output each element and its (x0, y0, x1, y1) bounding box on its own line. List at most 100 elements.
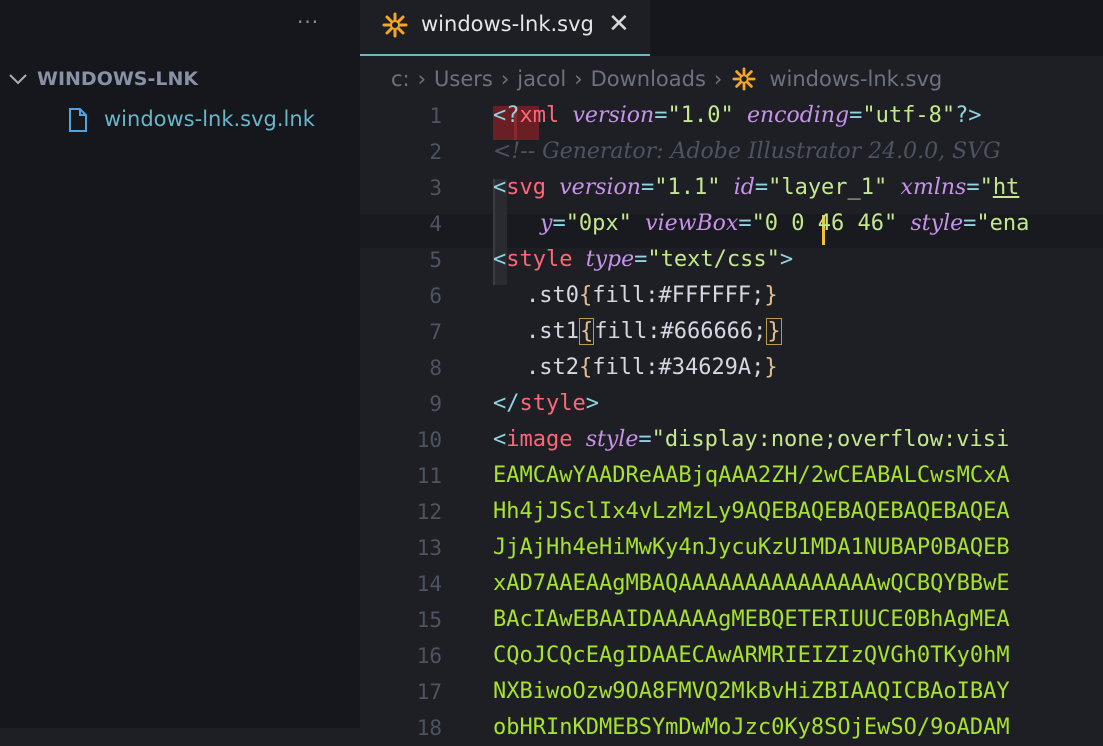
token: "ena (976, 211, 1030, 236)
line-number: 3 (429, 176, 442, 200)
token: "0 0 46 46" (751, 211, 898, 236)
token: = (638, 427, 652, 452)
breadcrumb-separator: › (500, 67, 510, 91)
base64-data: JjAjHh4eHiMwKy4nJycuKzU1MDA1NUBAP0BAQEB (493, 535, 1010, 560)
folder-name: WINDOWS-LNK (37, 68, 199, 90)
breadcrumb-separator: › (417, 67, 427, 91)
token: = (754, 175, 769, 200)
token: id (733, 175, 755, 200)
chevron-down-icon (9, 74, 27, 85)
line-number: 2 (429, 140, 442, 164)
token: { (578, 355, 593, 380)
breadcrumb-users[interactable]: Users (434, 67, 493, 91)
code-line: 18 obHRInKDMEBSYmDwMoJzc0Ky8SOjEwSO/9oAD… (360, 710, 1103, 746)
line-number: 17 (416, 680, 442, 704)
code-line: 1 <?xml version="1.0" encoding="utf-8"?> (360, 98, 1103, 134)
code-line: 11 EAMCAwYAADReAABjqAAA2ZH/2wCEABALCwsMC… (360, 458, 1103, 494)
token: = (966, 175, 980, 200)
comment: <!-- Generator: Adobe Illustrator 24.0.0… (493, 139, 1001, 164)
base64-data: EAMCAwYAADReAABjqAAA2ZH/2wCEABALCwsMCxA (493, 463, 1010, 488)
token: svg (506, 175, 546, 200)
code-line: 12 Hh4jJSclIx4vLzMzLy9AQEBAQEBAQEBAQEBAQ… (360, 494, 1103, 530)
code-area[interactable]: 1 <?xml version="1.0" encoding="utf-8"?>… (360, 98, 1103, 740)
token: image (506, 427, 573, 452)
token: .st1 (526, 319, 579, 344)
token: "layer_1" (768, 175, 888, 200)
matched-brace: } (766, 318, 782, 345)
code-line: 17 NXBiwoOzw9OA8FMVQ2MkBvHiZBIAAQICBAoIB… (360, 674, 1103, 710)
line-number: 15 (416, 608, 442, 632)
token: { (578, 283, 593, 308)
line-number: 14 (416, 572, 442, 596)
token: ?> (955, 103, 982, 128)
breadcrumb-separator: › (713, 67, 723, 91)
code-line: 2 <!-- Generator: Adobe Illustrator 24.0… (360, 134, 1103, 170)
code-line: 6 .st0{fill:#FFFFFF;} (360, 278, 1103, 314)
line-number: 11 (416, 464, 442, 488)
line-number: 10 (416, 428, 442, 452)
token: } (764, 355, 778, 380)
close-icon[interactable]: ✕ (608, 9, 630, 39)
token: "display:none;overflow:visi (651, 427, 1010, 452)
tab-windows-lnk-svg[interactable]: windows-lnk.svg ✕ (360, 0, 650, 56)
code-line: 15 BAcIAwEBAAIDAAAAAgMEBQETERIUUCE0BhAgM… (360, 602, 1103, 638)
file-icon (69, 108, 87, 132)
breadcrumb-file[interactable]: windows-lnk.svg (769, 67, 942, 91)
code-line: 3 <svg version="1.1" id="layer_1" xmlns=… (360, 170, 1103, 206)
svg-file-icon (382, 12, 408, 38)
token: style (506, 247, 573, 272)
folder-row[interactable]: WINDOWS-LNK (0, 64, 360, 94)
file-item[interactable]: windows-lnk.svg.lnk (0, 104, 360, 136)
token: xmlns (900, 175, 967, 200)
breadcrumb-jacol[interactable]: jacol (517, 67, 566, 91)
tab-label: windows-lnk.svg (421, 12, 594, 36)
token: = (963, 211, 977, 236)
code-line: 5 <style type="text/css"> (360, 242, 1103, 278)
token: <? (493, 103, 520, 128)
token: </ (493, 391, 520, 416)
token: encoding (746, 103, 850, 128)
token: = (738, 211, 752, 236)
code-line: 10 <image style="display:none;overflow:v… (360, 422, 1103, 458)
breadcrumb-downloads[interactable]: Downloads (591, 67, 706, 91)
token: version (559, 175, 641, 200)
token: < (493, 175, 507, 200)
token: style (910, 211, 964, 236)
token: > (779, 247, 794, 272)
base64-data: CQoJCQcEAgIDAAECAwARMRIEIZIzQVGh0TKy0hM (493, 643, 1010, 668)
line-number: 6 (429, 284, 442, 308)
token: "utf-8" (862, 103, 956, 128)
token: " (979, 175, 993, 200)
code-line: 8 .st2{fill:#34629A;} (360, 350, 1103, 386)
line-number: 7 (429, 320, 442, 344)
code-line: 9 </style> (360, 386, 1103, 422)
base64-data: xAD7AAEAAgMBAQAAAAAAAAAAAAAAAwQCBQYBBwE (493, 571, 1010, 596)
token: = (552, 211, 566, 236)
link[interactable]: ht (993, 175, 1020, 200)
code-line: 7 .st1{fill:#666666;} (360, 314, 1103, 350)
breadcrumb-separator: › (574, 67, 583, 91)
base64-data: BAcIAwEBAAIDAAAAAgMEBQETERIUUCE0BhAgMEA (493, 607, 1010, 632)
explorer-sidebar: ··· WINDOWS-LNK windows-lnk.svg.lnk (0, 0, 360, 728)
more-actions-icon[interactable]: ··· (297, 10, 319, 34)
token: style (519, 391, 586, 416)
base64-data: Hh4jJSclIx4vLzMzLy9AQEBAQEBAQEBAQEBAQEA (493, 499, 1010, 524)
token: = (849, 103, 863, 128)
breadcrumb-drive[interactable]: c: (391, 67, 410, 91)
token: fill:#666666; (594, 319, 767, 344)
token: style (585, 427, 639, 452)
token: y (540, 211, 553, 236)
code-line: 14 xAD7AAEAAgMBAQAAAAAAAAAAAAAAAwQCBQYBB… (360, 566, 1103, 602)
token: "0px" (565, 211, 632, 236)
base64-data: NXBiwoOzw9OA8FMVQ2MkBvHiZBIAAQICBAoIBAY (493, 679, 1010, 704)
line-number: 13 (416, 536, 442, 560)
token: < (493, 427, 507, 452)
line-number: 5 (429, 248, 442, 272)
token: .st2 (526, 355, 579, 380)
code-line: 16 CQoJCQcEAgIDAAECAwARMRIEIZIzQVGh0TKy0… (360, 638, 1103, 674)
breadcrumb: c: › Users › jacol › Downloads › windows… (391, 64, 942, 94)
token: fill:#34629A; (592, 355, 765, 380)
line-number: 1 (429, 104, 442, 128)
token: = (640, 175, 655, 200)
token: viewBox (645, 211, 739, 236)
